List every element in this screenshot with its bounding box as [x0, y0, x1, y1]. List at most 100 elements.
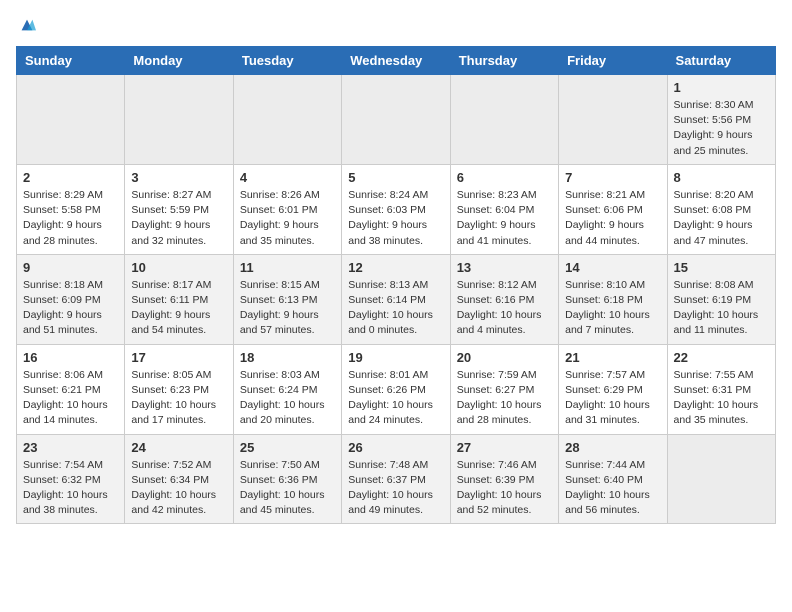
- day-number: 19: [348, 350, 443, 365]
- col-header-sunday: Sunday: [17, 47, 125, 75]
- calendar-cell: [450, 75, 558, 165]
- calendar-cell: 14 Sunrise: 8:10 AMSunset: 6:18 PMDayligh…: [559, 254, 667, 344]
- day-info: Sunrise: 8:21 AMSunset: 6:06 PMDaylight:…: [565, 188, 660, 249]
- calendar-cell: 8Sunrise: 8:20 AMSunset: 6:08 PMDaylight…: [667, 164, 775, 254]
- calendar-cell: 12 Sunrise: 8:13 AMSunset: 6:14 PMDayligh…: [342, 254, 450, 344]
- day-info: Sunrise: 8:15 AMSunset: 6:13 PMDaylight:…: [240, 278, 335, 339]
- calendar-cell: 2 Sunrise: 8:29 AMSunset: 5:58 PMDaylight…: [17, 164, 125, 254]
- calendar-cell: 1 Sunrise: 8:30 AMSunset: 5:56 PMDaylight…: [667, 75, 775, 165]
- calendar-cell: 18 Sunrise: 8:03 AMSunset: 6:24 PMDayligh…: [233, 344, 341, 434]
- day-number: 7: [565, 170, 660, 185]
- calendar-cell: 26 Sunrise: 7:48 AMSunset: 6:37 PMDayligh…: [342, 434, 450, 524]
- day-info: Sunrise: 8:08 AMSunset: 6:19 PMDaylight:…: [674, 278, 769, 339]
- day-info: Sunrise: 8:06 AMSunset: 6:21 PMDaylight:…: [23, 368, 118, 429]
- calendar-cell: 24Sunrise: 7:52 AMSunset: 6:34 PMDayligh…: [125, 434, 233, 524]
- day-number: 21: [565, 350, 660, 365]
- day-info: Sunrise: 7:52 AMSunset: 6:34 PMDaylight:…: [131, 458, 226, 519]
- calendar-cell: 28Sunrise: 7:44 AMSunset: 6:40 PMDayligh…: [559, 434, 667, 524]
- day-number: 12: [348, 260, 443, 275]
- calendar-cell: 5 Sunrise: 8:24 AMSunset: 6:03 PMDaylight…: [342, 164, 450, 254]
- calendar-cell: 9 Sunrise: 8:18 AMSunset: 6:09 PMDaylight…: [17, 254, 125, 344]
- calendar-header-row: SundayMondayTuesdayWednesdayThursdayFrid…: [17, 47, 776, 75]
- calendar-week-row: 1 Sunrise: 8:30 AMSunset: 5:56 PMDaylight…: [17, 75, 776, 165]
- page-header: [16, 16, 776, 34]
- calendar-week-row: 2 Sunrise: 8:29 AMSunset: 5:58 PMDaylight…: [17, 164, 776, 254]
- calendar-cell: 17 Sunrise: 8:05 AMSunset: 6:23 PMDayligh…: [125, 344, 233, 434]
- calendar-cell: 6 Sunrise: 8:23 AMSunset: 6:04 PMDaylight…: [450, 164, 558, 254]
- day-info: Sunrise: 8:29 AMSunset: 5:58 PMDaylight:…: [23, 188, 118, 249]
- calendar-cell: 11 Sunrise: 8:15 AMSunset: 6:13 PMDayligh…: [233, 254, 341, 344]
- calendar-cell: [667, 434, 775, 524]
- day-number: 10: [131, 260, 226, 275]
- day-number: 11: [240, 260, 335, 275]
- calendar-cell: [233, 75, 341, 165]
- day-number: 20: [457, 350, 552, 365]
- day-number: 9: [23, 260, 118, 275]
- day-info: Sunrise: 8:30 AMSunset: 5:56 PMDaylight:…: [674, 98, 769, 159]
- calendar-cell: [342, 75, 450, 165]
- calendar-week-row: 9 Sunrise: 8:18 AMSunset: 6:09 PMDaylight…: [17, 254, 776, 344]
- col-header-tuesday: Tuesday: [233, 47, 341, 75]
- day-info: Sunrise: 7:55 AMSunset: 6:31 PMDaylight:…: [674, 368, 769, 429]
- calendar-cell: 16 Sunrise: 8:06 AMSunset: 6:21 PMDayligh…: [17, 344, 125, 434]
- calendar-cell: 10 Sunrise: 8:17 AMSunset: 6:11 PMDayligh…: [125, 254, 233, 344]
- day-info: Sunrise: 8:01 AMSunset: 6:26 PMDaylight:…: [348, 368, 443, 429]
- calendar-cell: 19 Sunrise: 8:01 AMSunset: 6:26 PMDayligh…: [342, 344, 450, 434]
- day-info: Sunrise: 8:23 AMSunset: 6:04 PMDaylight:…: [457, 188, 552, 249]
- col-header-saturday: Saturday: [667, 47, 775, 75]
- day-info: Sunrise: 8:18 AMSunset: 6:09 PMDaylight:…: [23, 278, 118, 339]
- day-info: Sunrise: 7:59 AMSunset: 6:27 PMDaylight:…: [457, 368, 552, 429]
- col-header-wednesday: Wednesday: [342, 47, 450, 75]
- day-info: Sunrise: 7:50 AMSunset: 6:36 PMDaylight:…: [240, 458, 335, 519]
- calendar-cell: 25 Sunrise: 7:50 AMSunset: 6:36 PMDayligh…: [233, 434, 341, 524]
- col-header-friday: Friday: [559, 47, 667, 75]
- day-info: Sunrise: 8:05 AMSunset: 6:23 PMDaylight:…: [131, 368, 226, 429]
- calendar-table: SundayMondayTuesdayWednesdayThursdayFrid…: [16, 46, 776, 524]
- calendar-cell: 27 Sunrise: 7:46 AMSunset: 6:39 PMDayligh…: [450, 434, 558, 524]
- day-info: Sunrise: 8:17 AMSunset: 6:11 PMDaylight:…: [131, 278, 226, 339]
- calendar-cell: 7 Sunrise: 8:21 AMSunset: 6:06 PMDaylight…: [559, 164, 667, 254]
- day-info: Sunrise: 7:48 AMSunset: 6:37 PMDaylight:…: [348, 458, 443, 519]
- day-number: 23: [23, 440, 118, 455]
- calendar-cell: [17, 75, 125, 165]
- day-number: 25: [240, 440, 335, 455]
- calendar-cell: 23 Sunrise: 7:54 AMSunset: 6:32 PMDayligh…: [17, 434, 125, 524]
- day-number: 1: [674, 80, 769, 95]
- day-info: Sunrise: 8:03 AMSunset: 6:24 PMDaylight:…: [240, 368, 335, 429]
- day-number: 18: [240, 350, 335, 365]
- calendar-cell: 21 Sunrise: 7:57 AMSunset: 6:29 PMDayligh…: [559, 344, 667, 434]
- day-number: 28: [565, 440, 660, 455]
- day-info: Sunrise: 7:46 AMSunset: 6:39 PMDaylight:…: [457, 458, 552, 519]
- calendar-cell: 22Sunrise: 7:55 AMSunset: 6:31 PMDayligh…: [667, 344, 775, 434]
- day-number: 14: [565, 260, 660, 275]
- calendar-week-row: 23 Sunrise: 7:54 AMSunset: 6:32 PMDayligh…: [17, 434, 776, 524]
- calendar-cell: 15 Sunrise: 8:08 AMSunset: 6:19 PMDayligh…: [667, 254, 775, 344]
- calendar-cell: 3 Sunrise: 8:27 AMSunset: 5:59 PMDaylight…: [125, 164, 233, 254]
- day-number: 17: [131, 350, 226, 365]
- day-info: Sunrise: 7:57 AMSunset: 6:29 PMDaylight:…: [565, 368, 660, 429]
- day-info: Sunrise: 7:54 AMSunset: 6:32 PMDaylight:…: [23, 458, 118, 519]
- calendar-cell: [559, 75, 667, 165]
- calendar-cell: [125, 75, 233, 165]
- day-number: 6: [457, 170, 552, 185]
- day-number: 3: [131, 170, 226, 185]
- col-header-thursday: Thursday: [450, 47, 558, 75]
- day-info: Sunrise: 8:24 AMSunset: 6:03 PMDaylight:…: [348, 188, 443, 249]
- day-number: 4: [240, 170, 335, 185]
- calendar-week-row: 16 Sunrise: 8:06 AMSunset: 6:21 PMDayligh…: [17, 344, 776, 434]
- day-number: 16: [23, 350, 118, 365]
- day-number: 26: [348, 440, 443, 455]
- day-info: Sunrise: 8:12 AMSunset: 6:16 PMDaylight:…: [457, 278, 552, 339]
- col-header-monday: Monday: [125, 47, 233, 75]
- calendar-cell: 20 Sunrise: 7:59 AMSunset: 6:27 PMDayligh…: [450, 344, 558, 434]
- day-number: 27: [457, 440, 552, 455]
- day-info: Sunrise: 8:10 AMSunset: 6:18 PMDaylight:…: [565, 278, 660, 339]
- day-info: Sunrise: 8:27 AMSunset: 5:59 PMDaylight:…: [131, 188, 226, 249]
- day-number: 15: [674, 260, 769, 275]
- day-number: 5: [348, 170, 443, 185]
- day-info: Sunrise: 8:13 AMSunset: 6:14 PMDaylight:…: [348, 278, 443, 339]
- day-number: 2: [23, 170, 118, 185]
- logo-icon: [18, 16, 36, 34]
- day-info: Sunrise: 8:26 AMSunset: 6:01 PMDaylight:…: [240, 188, 335, 249]
- logo: [16, 16, 36, 34]
